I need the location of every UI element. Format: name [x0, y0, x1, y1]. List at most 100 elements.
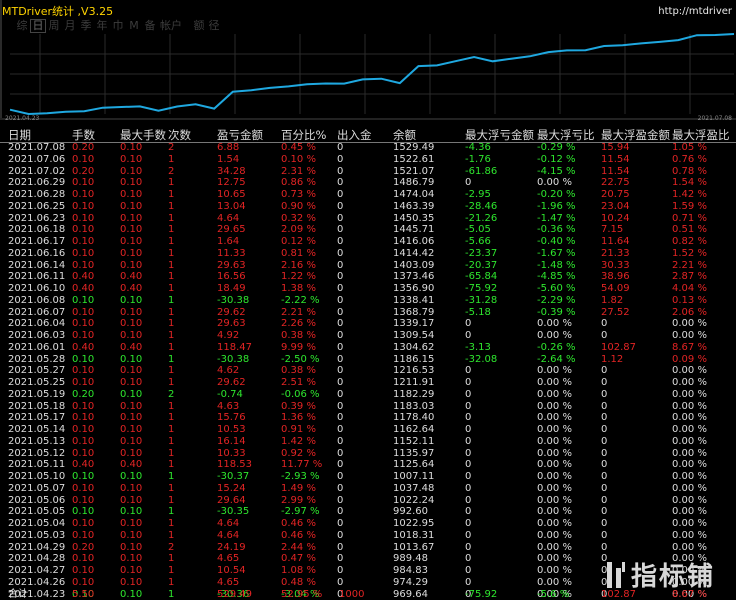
cell-date: 2021.06.03 — [8, 330, 66, 341]
cell-max-floating-profit: 7.15 — [601, 224, 624, 236]
cell-balance: 992.60 — [393, 506, 428, 518]
cell-balance: 1414.42 — [393, 247, 435, 259]
table-row: 2021.05.03 0.10 0.10 1 4.64 0.46 % 0 1018.31 0 0.… — [0, 530, 736, 542]
cell-max-floating-profit: 1.12 — [601, 353, 624, 365]
cell-balance: 1135.97 — [393, 447, 435, 459]
tab-overview[interactable]: 综 — [14, 19, 30, 33]
header-lots: 手数 — [72, 128, 95, 142]
cell-lots: 0.10 — [72, 529, 95, 541]
header-max-floating-loss-pct: 最大浮亏比 — [537, 128, 595, 142]
cell-lots: 0.10 — [72, 565, 95, 576]
cell-pct: 1.49 % — [281, 482, 316, 494]
cell-max-floating-loss-pct: 0.00 % — [537, 506, 572, 518]
cell-max-lots: 0.10 — [120, 142, 143, 153]
tab-symbol[interactable]: 巾 — [110, 19, 126, 33]
tab-remark[interactable]: 备 — [142, 19, 158, 33]
cell-profit: 29.65 — [217, 224, 246, 236]
url-link[interactable]: http://mtdriver — [658, 6, 732, 17]
cell-max-floating-loss: -4.36 — [465, 142, 491, 153]
cell-max-floating-profit: 0 — [601, 377, 608, 388]
cell-max-floating-loss-pct: 0.00 % — [537, 388, 572, 400]
cell-profit: 16.14 — [217, 435, 246, 447]
cell-count: 1 — [168, 565, 175, 576]
cell-max-floating-profit: 0 — [601, 447, 608, 459]
cell-max-floating-loss: 0 — [465, 529, 472, 541]
cell-max-floating-profit-pct: 0.00 % — [672, 494, 707, 506]
cell-deposit: 0 — [337, 529, 344, 541]
cell-balance: 1474.04 — [393, 189, 435, 200]
cell-pct: 0.46 % — [281, 529, 316, 541]
cell-pct: 0.91 % — [281, 424, 316, 435]
cell-max-lots: 0.10 — [120, 177, 143, 189]
cell-deposit: 0 — [337, 294, 344, 306]
cell-max-floating-profit-pct: 8.67 % — [672, 341, 707, 353]
cell-deposit: 0 — [337, 494, 344, 506]
cell-pct: 2.16 % — [281, 259, 316, 271]
tab-amount[interactable]: 额 — [192, 19, 206, 33]
cell-balance: 1211.91 — [393, 377, 435, 388]
tab-magic[interactable]: M — [126, 19, 142, 33]
cell-max-lots: 0.10 — [120, 565, 143, 576]
table-row: 2021.05.28 0.10 0.10 1 -30.38 -2.50 % 0 1186.15… — [0, 354, 736, 366]
cell-max-floating-loss: -5.05 — [465, 224, 491, 236]
tab-yearly[interactable]: 年 — [94, 19, 110, 33]
cell-pct: 2.26 % — [281, 318, 316, 330]
cell-max-floating-loss-pct: -1.96 % — [537, 200, 576, 212]
cell-pct: 2.44 % — [281, 541, 316, 553]
cell-lots: 0.40 — [72, 341, 95, 353]
tab-path[interactable]: 径 — [206, 19, 222, 33]
cell-max-floating-loss-pct: -0.40 % — [537, 236, 576, 247]
cell-lots: 0.40 — [72, 271, 95, 283]
cell-max-floating-loss: -61.86 — [465, 165, 498, 177]
cell-profit: 4.63 — [217, 400, 240, 412]
cell-max-floating-loss-pct: -4.15 % — [537, 165, 576, 177]
tab-daily[interactable]: 日 — [30, 19, 46, 33]
cell-max-lots: 0.10 — [120, 165, 143, 177]
cell-date: 2021.06.16 — [8, 247, 66, 259]
cell-max-lots: 0.10 — [120, 306, 143, 318]
cell-pct: -2.50 % — [281, 353, 320, 365]
tab-weekly[interactable]: 周 — [46, 19, 62, 33]
cell-deposit: 0 — [337, 518, 344, 529]
cell-max-floating-profit-pct: 0.09 % — [672, 353, 707, 365]
cell-deposit: 0 — [337, 271, 344, 283]
table-row: 2021.06.14 0.10 0.10 1 29.63 2.16 % 0 1403.09 -2… — [0, 260, 736, 272]
cell-date: 2021.05.13 — [8, 435, 66, 447]
cell-lots: 0.10 — [72, 494, 95, 506]
cell-deposit: 0 — [337, 224, 344, 236]
cell-count: 1 — [168, 447, 175, 459]
tab-account[interactable]: 帐户 — [158, 19, 184, 33]
cell-profit: 4.65 — [217, 576, 240, 588]
cell-lots: 0.10 — [72, 377, 95, 388]
cell-max-floating-loss-pct: 0.00 % — [537, 400, 572, 412]
cell-deposit: 0 — [337, 247, 344, 259]
cell-pct: 2.51 % — [281, 377, 316, 388]
cell-max-floating-loss-pct: -1.48 % — [537, 259, 576, 271]
cell-max-floating-loss-pct: 0.00 % — [537, 553, 572, 565]
cell-balance: 1373.46 — [393, 271, 435, 283]
cell-profit: 29.63 — [217, 318, 246, 330]
cell-lots: 0.10 — [72, 177, 95, 189]
cell-count: 1 — [168, 377, 175, 388]
cell-date: 2021.05.07 — [8, 482, 66, 494]
cell-count: 1 — [168, 153, 175, 165]
cell-profit: 1.54 — [217, 153, 240, 165]
x-axis-start-label: 2021.04.23 — [5, 115, 40, 122]
table-row: 2021.05.07 0.10 0.10 1 15.24 1.49 % 0 1037.48 0 0… — [0, 483, 736, 495]
tab-monthly[interactable]: 月 — [62, 19, 78, 33]
cell-count: 2 — [168, 388, 175, 400]
cell-lots: 0.10 — [72, 353, 95, 365]
cell-max-lots: 0.10 — [120, 224, 143, 236]
period-tabs: 综 日 周 月 季 年 巾 M 备 帐户 额 径 — [14, 19, 222, 33]
cell-pct: 0.38 % — [281, 365, 316, 377]
table-row: 2021.07.02 0.20 0.10 2 34.28 2.31 % 0 1521.07 -6… — [0, 166, 736, 178]
cell-lots: 0.20 — [72, 388, 95, 400]
header-pct: 百分比% — [281, 128, 327, 142]
cell-max-floating-profit: 30.33 — [601, 259, 630, 271]
tab-quarterly[interactable]: 季 — [78, 19, 94, 33]
cell-count: 1 — [168, 529, 175, 541]
cell-balance: 1304.62 — [393, 341, 435, 353]
cell-max-lots: 0.10 — [120, 153, 143, 165]
cell-count: 1 — [168, 247, 175, 259]
cell-lots: 0.10 — [72, 247, 95, 259]
